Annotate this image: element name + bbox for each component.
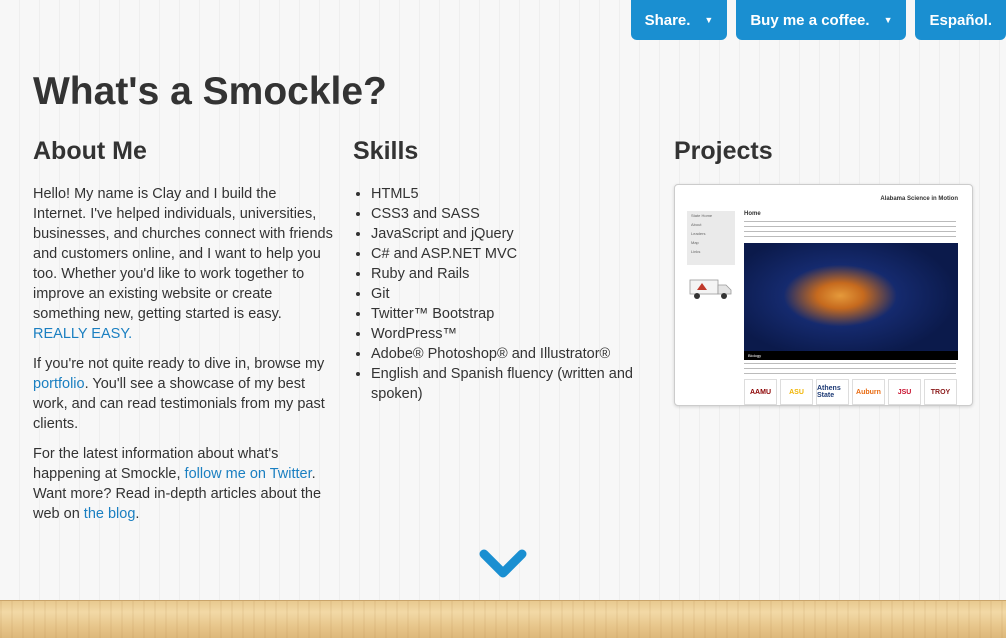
projects-heading: Projects: [674, 137, 773, 165]
list-item: Ruby and Rails: [371, 264, 638, 284]
project-site-home: Home: [744, 211, 761, 217]
list-item: C# and ASP.NET MVC: [371, 244, 638, 264]
project-site-nav-item: State Home: [691, 213, 713, 218]
jellyfish-image: [744, 243, 958, 360]
logo-asu: ASU: [780, 379, 813, 405]
project-screenshot[interactable]: Alabama Science in Motion State Home Abo…: [674, 184, 973, 406]
logo-athens: Athens State: [816, 379, 849, 405]
page-title: What's a Smockle?: [33, 70, 387, 113]
project-site-title: Alabama Science in Motion: [880, 196, 958, 202]
about-paragraph-2: If you're not quite ready to dive in, br…: [33, 354, 333, 434]
project-site-nav-item: Links: [691, 249, 701, 254]
about-column: About Me Hello! My name is Clay and I bu…: [33, 137, 333, 534]
really-easy-link[interactable]: REALLY EASY.: [33, 326, 132, 342]
project-site-nav-item: Map: [691, 240, 699, 245]
project-site-text-lines-2: [744, 363, 956, 375]
portfolio-link[interactable]: portfolio: [33, 376, 85, 392]
about-heading: About Me: [33, 137, 147, 165]
list-item: CSS3 and SASS: [371, 204, 638, 224]
blog-link[interactable]: the blog: [84, 506, 136, 522]
top-nav: Share. ▼ Buy me a coffee. ▼ Español.: [630, 0, 1006, 40]
about-p3-post: .: [135, 506, 140, 522]
list-item: Git: [371, 284, 638, 304]
project-site-caption: Biology: [744, 351, 958, 360]
share-button[interactable]: Share. ▼: [630, 0, 728, 40]
list-item: HTML5: [371, 184, 638, 204]
buy-coffee-label: Buy me a coffee.: [750, 11, 870, 29]
list-item: Adobe® Photoshop® and Illustrator®: [371, 344, 638, 364]
logo-troy: TROY: [924, 379, 957, 405]
about-p1-text: Hello! My name is Clay and I build the I…: [33, 186, 333, 322]
espanol-button[interactable]: Español.: [915, 0, 1006, 40]
project-site-nav-item: Leaders: [691, 231, 706, 236]
skills-heading: Skills: [353, 137, 419, 165]
wood-footer: [0, 600, 1006, 638]
logo-aamu: AAMU: [744, 379, 777, 405]
truck-icon: [689, 279, 732, 299]
twitter-link[interactable]: follow me on Twitter: [185, 466, 312, 482]
espanol-label: Español.: [929, 11, 992, 29]
list-item: JavaScript and jQuery: [371, 224, 638, 244]
project-site-sidebar: State Home About Leaders Map Links: [687, 211, 735, 265]
university-logos: AAMU ASU Athens State Auburn JSU TROY: [744, 379, 957, 405]
about-paragraph-1: Hello! My name is Clay and I build the I…: [33, 184, 333, 344]
about-paragraph-3: For the latest information about what's …: [33, 444, 333, 524]
share-label: Share.: [644, 11, 691, 29]
buy-coffee-button[interactable]: Buy me a coffee. ▼: [736, 0, 907, 40]
list-item: Twitter™ Bootstrap: [371, 304, 638, 324]
projects-column: Projects Alabama Science in Motion State…: [674, 137, 974, 406]
list-item: WordPress™: [371, 324, 638, 344]
logo-auburn: Auburn: [852, 379, 885, 405]
list-item: English and Spanish fluency (written and…: [371, 364, 638, 404]
project-site-text-lines: [744, 221, 956, 241]
about-p2-pre: If you're not quite ready to dive in, br…: [33, 356, 325, 372]
project-site-nav-item: About: [691, 222, 702, 227]
chevron-down-icon[interactable]: [478, 548, 528, 582]
logo-jsu: JSU: [888, 379, 921, 405]
caret-down-icon: ▼: [704, 15, 714, 25]
caret-down-icon: ▼: [883, 15, 893, 25]
skills-list: HTML5 CSS3 and SASS JavaScript and jQuer…: [353, 184, 638, 404]
skills-column: Skills HTML5 CSS3 and SASS JavaScript an…: [353, 137, 638, 404]
